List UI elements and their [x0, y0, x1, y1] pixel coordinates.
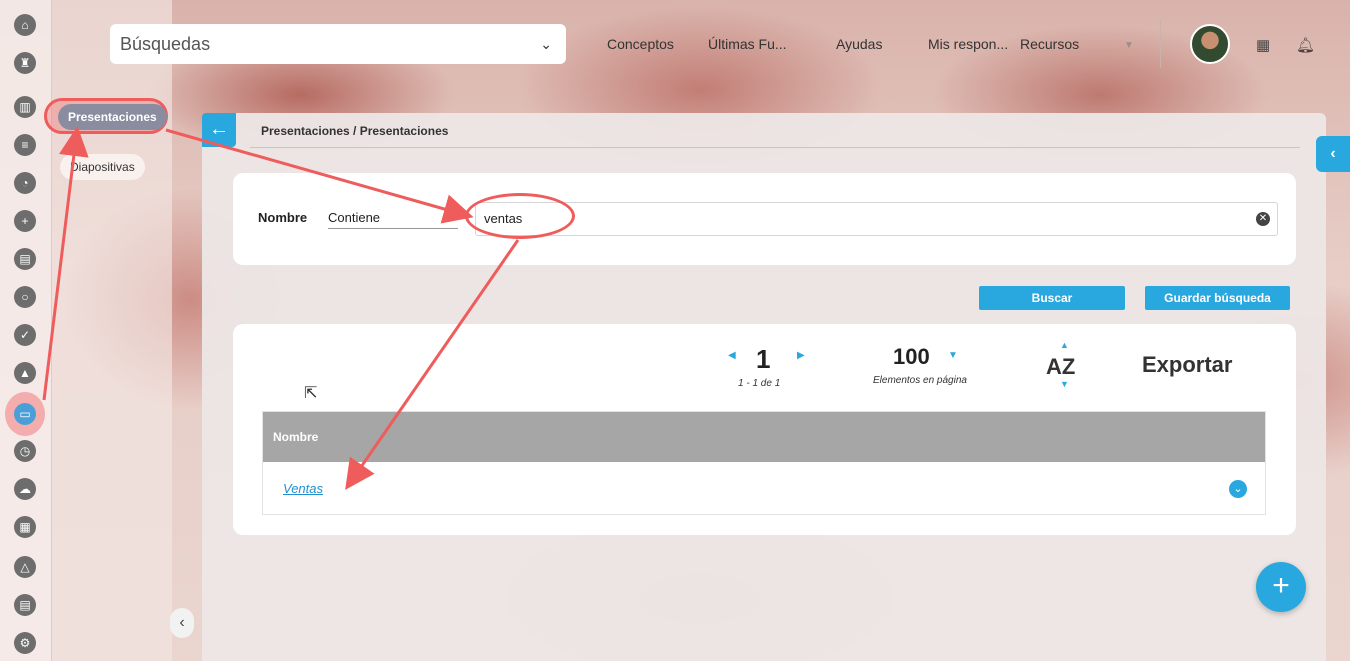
- arrow-rail-to-submenu: [42, 126, 89, 401]
- annotation-arrows: [42, 126, 520, 490]
- arrow-input-to-result: [345, 239, 520, 490]
- arrow-submenu-to-input: [165, 128, 474, 224]
